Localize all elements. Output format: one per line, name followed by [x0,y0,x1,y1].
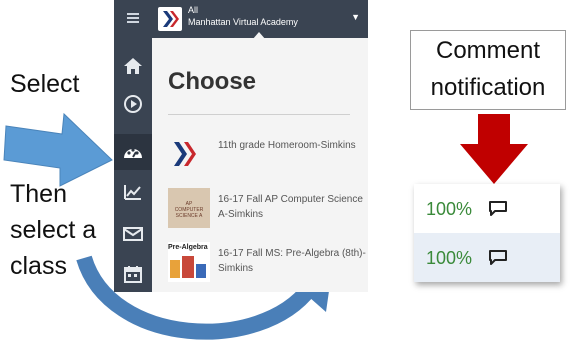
class-name: 16-17 Fall MS: Pre-Algebra (8th)- Simkin… [218,248,366,274]
callout-line2: notification [430,74,546,101]
class-item-ap-computer-science[interactable]: AP COMPUTER SCIENCE A 16-17 Fall AP Comp… [168,188,364,232]
grade-value: 100% [426,248,473,268]
class-thumbnail: Pre-Algebra [168,242,210,282]
panel-title: Choose [168,68,257,95]
instruction-then-line2: select a [10,216,97,244]
calendar-icon[interactable] [114,258,152,290]
red-down-arrow [460,114,528,184]
grade-value: 100% [426,199,473,219]
callout-line1: Comment [435,37,541,64]
class-thumbnail-text: AP COMPUTER SCIENCE A [174,201,204,219]
class-item-pre-algebra[interactable]: Pre-Algebra 16-17 Fall MS: Pre-Algebra (… [168,242,366,286]
org-label: All [188,5,199,15]
app-sidebar [114,0,152,292]
org-name: Manhattan Virtual Academy [188,17,298,27]
panel-divider [168,114,350,115]
grade-row: 100% [414,184,560,233]
menu-icon[interactable] [114,2,152,34]
blue-pointer-arrow [3,112,113,187]
comment-notification-callout: Comment notification [410,30,566,110]
org-selector[interactable]: All Manhattan Virtual Academy ▼ [152,0,368,40]
chart-icon[interactable] [114,176,152,208]
comment-icon[interactable] [488,249,508,265]
grades-list: 100% 100% [414,184,560,282]
class-name: 11th grade Homeroom-Simkins [218,140,356,151]
grade-row: 100% [414,233,560,282]
home-icon[interactable] [114,50,152,82]
class-name: 16-17 Fall AP Computer Science A-Simkins [218,194,363,220]
class-thumbnail-text: Pre-Algebra [168,244,208,251]
school-logo-icon [158,7,182,31]
instruction-then-line3: class [10,252,67,280]
instruction-select: Select [10,70,80,98]
choose-class-panel: Choose 11th grade Homeroom-Simkins AP CO… [152,38,368,292]
class-item-homeroom[interactable]: 11th grade Homeroom-Simkins [168,134,364,178]
class-logo-icon [168,134,210,174]
class-thumbnail: AP COMPUTER SCIENCE A [168,188,210,228]
chevron-down-icon[interactable]: ▼ [351,12,360,22]
mail-icon[interactable] [114,218,152,250]
comment-icon[interactable] [488,200,508,216]
play-icon[interactable] [114,88,152,120]
dashboard-icon[interactable] [114,134,152,170]
